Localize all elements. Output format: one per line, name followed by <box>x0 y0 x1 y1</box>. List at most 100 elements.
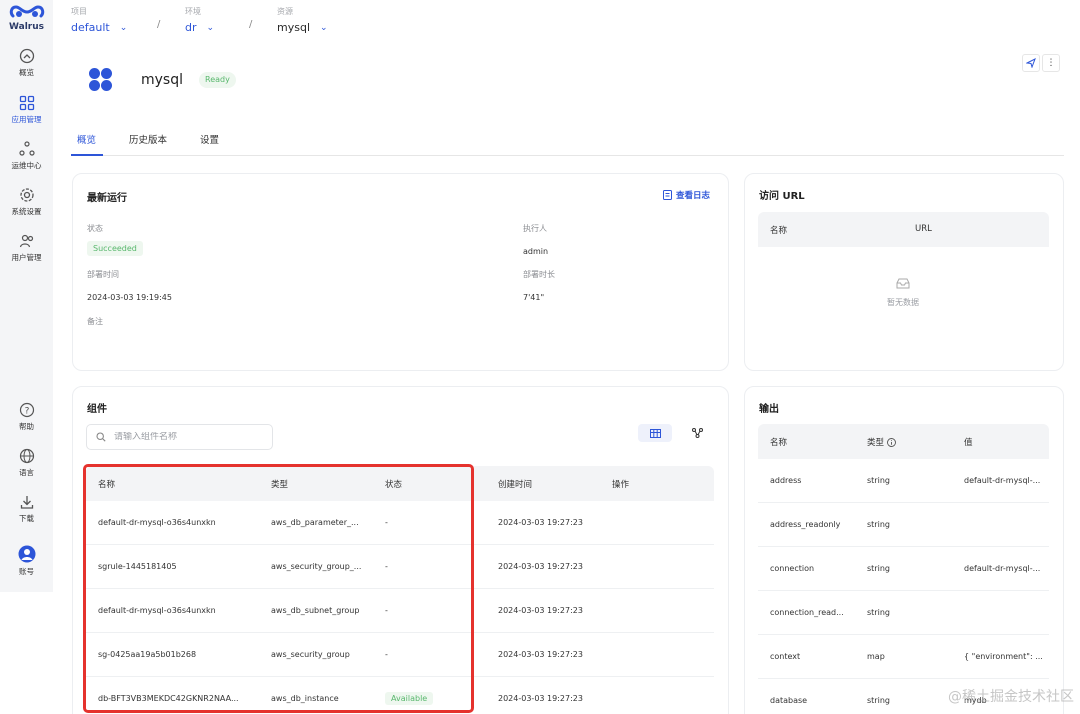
log-icon <box>663 190 672 200</box>
sidebar-item-users[interactable]: 用户管理 <box>0 233 53 263</box>
output-row[interactable]: address string default-dr-mysql-... <box>758 459 1049 503</box>
sidebar-item-settings[interactable]: 系统设置 <box>0 187 53 217</box>
cell-name: db-BFT3VB3MEKDC42GKNR2NAA... <box>98 694 239 703</box>
column-header: 操作 <box>612 480 630 490</box>
gear-icon <box>19 188 34 202</box>
output-row[interactable]: connection_read... string <box>758 591 1049 635</box>
sidebar: Walrus 概览 应用管理 运维中心 系统设置 用户管理 ? 帮助 语言 下载… <box>0 0 53 592</box>
header-actions: ⋮ <box>1022 54 1060 72</box>
more-icon[interactable]: ⋮ <box>1042 54 1060 72</box>
cell-name: connection_read... <box>770 608 844 617</box>
chevron-down-icon: ⌄ <box>320 22 328 33</box>
view-log-link[interactable]: 查看日志 <box>663 189 710 201</box>
cell-type: string <box>867 564 890 573</box>
output-row[interactable]: context map { "environment": ... <box>758 635 1049 679</box>
search-icon <box>96 432 106 442</box>
sidebar-item-apps[interactable]: 应用管理 <box>0 95 53 125</box>
sidebar-item-language[interactable]: 语言 <box>0 448 53 478</box>
latest-run-card <box>72 173 729 371</box>
users-icon <box>19 234 33 248</box>
table-row[interactable]: sgrule-1445181405 aws_security_group_...… <box>86 545 714 589</box>
sidebar-item-account[interactable]: 账号 <box>0 545 53 577</box>
output-row[interactable]: connection string default-dr-mysql-... <box>758 547 1049 591</box>
cell-status: - <box>385 562 388 571</box>
download-icon <box>20 496 33 509</box>
table-view-button[interactable] <box>638 424 672 442</box>
cell-name: sg-0425aa19a5b01b268 <box>98 650 197 659</box>
column-header: 名称 <box>770 226 788 236</box>
cell-created: 2024-03-03 19:27:23 <box>498 562 583 571</box>
cell-created: 2024-03-03 19:27:23 <box>498 606 583 615</box>
globe-icon <box>19 448 34 464</box>
breadcrumb-value: dr <box>185 21 197 34</box>
tab-history[interactable]: 历史版本 <box>129 132 167 146</box>
note-label: 备注 <box>87 317 103 326</box>
cell-created: 2024-03-03 19:27:23 <box>498 694 583 703</box>
components-table-header: 名称 类型 状态 创建时间 操作 <box>86 466 714 501</box>
cell-value: { "environment": ... <box>964 652 1043 661</box>
breadcrumb-label: 环境 <box>185 7 201 16</box>
column-header: 状态 <box>385 480 403 490</box>
table-row[interactable]: sg-0425aa19a5b01b268 aws_security_group … <box>86 633 714 677</box>
app-cluster-icon <box>89 68 112 91</box>
account-icon <box>18 545 35 563</box>
cell-status: - <box>385 650 388 659</box>
cell-type: aws_db_subnet_group <box>271 606 360 615</box>
cell-type: string <box>867 696 890 705</box>
cell-status: Available <box>385 692 434 705</box>
column-header: 名称 <box>98 480 116 490</box>
cell-name: sgrule-1445181405 <box>98 562 177 571</box>
app-root: Walrus 概览 应用管理 运维中心 系统设置 用户管理 ? 帮助 语言 下载… <box>0 0 1080 714</box>
sidebar-item-ops[interactable]: 运维中心 <box>0 141 53 171</box>
access-url-card <box>744 173 1064 371</box>
sidebar-item-label: 下载 <box>19 514 34 523</box>
column-header-label: 类型 <box>867 438 885 448</box>
breadcrumb-label: 资源 <box>277 7 293 16</box>
walrus-logo-icon <box>9 5 44 18</box>
empty-box-icon <box>896 278 910 289</box>
breadcrumb-value: default <box>71 21 110 34</box>
sidebar-item-label: 语言 <box>19 468 34 477</box>
cell-value: default-dr-mysql-... <box>964 476 1041 485</box>
logo[interactable]: Walrus <box>0 4 53 32</box>
breadcrumb-value: mysql <box>277 21 310 34</box>
sidebar-item-download[interactable]: 下载 <box>0 494 53 524</box>
column-header: 类型 <box>271 480 289 490</box>
breadcrumb-resource[interactable]: 资源 mysql ⌄ <box>277 6 328 34</box>
empty-state: 暂无数据 <box>758 275 1048 308</box>
column-header: 名称 <box>770 438 788 448</box>
cell-value: default-dr-mysql-... <box>964 564 1041 573</box>
cell-type: string <box>867 476 890 485</box>
table-row[interactable]: db-BFT3VB3MEKDC42GKNR2NAA... aws_db_inst… <box>86 677 714 714</box>
sidebar-item-overview[interactable]: 概览 <box>0 48 53 78</box>
status-badge: Ready <box>199 72 236 88</box>
tab-settings[interactable]: 设置 <box>200 132 219 146</box>
cell-type: string <box>867 520 890 529</box>
empty-text: 暂无数据 <box>887 298 919 307</box>
tab-overview[interactable]: 概览 <box>77 132 96 146</box>
column-header: 值 <box>964 438 973 448</box>
info-icon[interactable] <box>887 437 896 447</box>
column-header: URL <box>915 224 932 234</box>
breadcrumb-project[interactable]: 项目 default ⌄ <box>71 6 127 34</box>
table-icon <box>649 428 661 438</box>
sidebar-item-help[interactable]: ? 帮助 <box>0 402 53 432</box>
svg-text:?: ? <box>24 407 29 417</box>
cell-status: - <box>385 518 388 527</box>
table-row[interactable]: default-dr-mysql-o36s4unxkn aws_db_param… <box>86 501 714 545</box>
search-input[interactable] <box>114 432 264 442</box>
outputs-title: 输出 <box>759 404 779 415</box>
send-icon[interactable] <box>1022 54 1040 72</box>
cell-created: 2024-03-03 19:27:23 <box>498 518 583 527</box>
output-row[interactable]: address_readonly string <box>758 503 1049 547</box>
latest-run-title: 最新运行 <box>87 193 127 204</box>
sidebar-item-label: 用户管理 <box>11 253 42 262</box>
breadcrumb-environment[interactable]: 环境 dr ⌄ <box>185 6 214 34</box>
table-row[interactable]: default-dr-mysql-o36s4unxkn aws_db_subne… <box>86 589 714 633</box>
cell-name: address_readonly <box>770 520 841 529</box>
component-search[interactable] <box>86 424 273 450</box>
topology-icon <box>691 428 703 438</box>
run-status-badge: Succeeded <box>87 241 143 256</box>
graph-view-button[interactable] <box>680 424 714 442</box>
cell-name: database <box>770 696 808 705</box>
